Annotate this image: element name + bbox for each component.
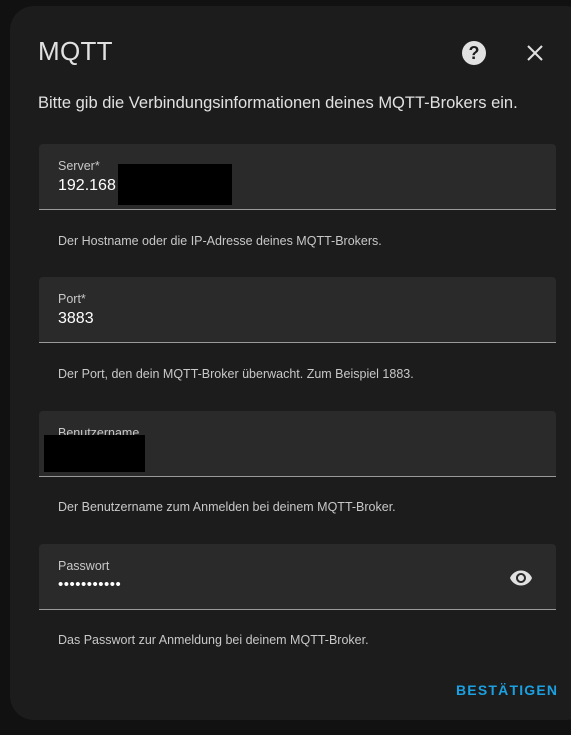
server-field[interactable]: Server* 192.168 [39, 144, 556, 210]
password-field[interactable]: Passwort ••••••••••• [39, 544, 556, 610]
port-helper-text: Der Port, den dein MQTT-Broker überwacht… [58, 367, 414, 381]
port-field-value: 3883 [58, 310, 94, 327]
password-helper-text: Das Passwort zur Anmeldung bei deinem MQ… [58, 633, 369, 647]
server-field-label: Server* [58, 159, 100, 173]
redaction-box [118, 164, 232, 205]
close-icon[interactable] [524, 42, 546, 64]
password-field-value: ••••••••••• [58, 576, 122, 593]
confirm-button[interactable]: BESTÄTIGEN [456, 682, 558, 698]
port-field[interactable]: Port* 3883 [39, 277, 556, 343]
server-helper-text: Der Hostname oder die IP-Adresse deines … [58, 234, 382, 248]
dialog-title: MQTT [38, 36, 113, 66]
help-icon[interactable]: ? [462, 41, 486, 65]
username-helper-text: Der Benutzername zum Anmelden bei deinem… [58, 500, 396, 514]
dialog-description: Bitte gib die Verbindungsinformationen d… [38, 94, 518, 112]
port-field-label: Port* [58, 292, 86, 306]
password-field-label: Passwort [58, 559, 110, 573]
mqtt-dialog: MQTT ? Bitte gib die Verbindungsinformat… [10, 6, 571, 720]
eye-icon[interactable] [509, 566, 533, 590]
username-field[interactable]: Benutzername [39, 411, 556, 477]
server-field-value: 192.168 [58, 177, 116, 194]
redaction-box [44, 435, 145, 472]
